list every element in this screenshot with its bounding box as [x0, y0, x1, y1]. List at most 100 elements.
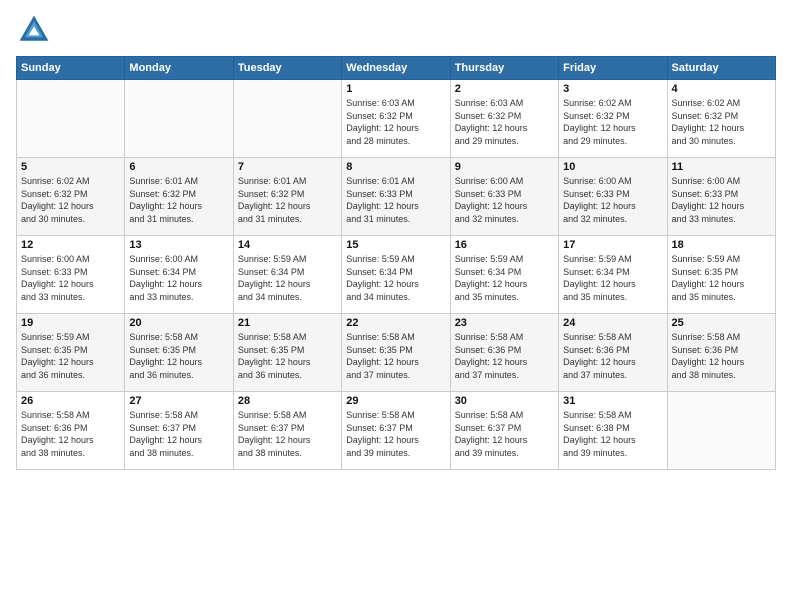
calendar-day-cell: 30 Sunrise: 5:58 AM Sunset: 6:37 PM Dayli…: [450, 392, 558, 470]
day-number: 11: [672, 161, 771, 173]
logo: [16, 12, 56, 48]
day-info: Sunrise: 5:59 AM Sunset: 6:34 PM Dayligh…: [346, 253, 445, 303]
day-info: Sunrise: 5:59 AM Sunset: 6:34 PM Dayligh…: [455, 253, 554, 303]
calendar-day-cell: 9 Sunrise: 6:00 AM Sunset: 6:33 PM Daylig…: [450, 158, 558, 236]
day-number: 13: [129, 239, 228, 251]
header: [16, 12, 776, 48]
calendar-day-cell: 27 Sunrise: 5:58 AM Sunset: 6:37 PM Dayli…: [125, 392, 233, 470]
day-number: 7: [238, 161, 337, 173]
calendar-day-cell: 10Sunrise: 6:00 AM Sunset: 6:33 PM Dayli…: [559, 158, 667, 236]
calendar-day-cell: 3 Sunrise: 6:02 AM Sunset: 6:32 PM Daylig…: [559, 80, 667, 158]
calendar-week-row: 19 Sunrise: 5:59 AM Sunset: 6:35 PM Dayli…: [17, 314, 776, 392]
day-info: Sunrise: 5:58 AM Sunset: 6:36 PM Dayligh…: [672, 331, 771, 381]
day-info: Sunrise: 5:58 AM Sunset: 6:38 PM Dayligh…: [563, 409, 662, 459]
day-info: Sunrise: 5:58 AM Sunset: 6:37 PM Dayligh…: [346, 409, 445, 459]
calendar-day-cell: 24 Sunrise: 5:58 AM Sunset: 6:36 PM Dayli…: [559, 314, 667, 392]
calendar-day-cell: 13 Sunrise: 6:00 AM Sunset: 6:34 PM Dayli…: [125, 236, 233, 314]
calendar-day-cell: 28 Sunrise: 5:58 AM Sunset: 6:37 PM Dayli…: [233, 392, 341, 470]
day-info: Sunrise: 5:58 AM Sunset: 6:36 PM Dayligh…: [563, 331, 662, 381]
calendar-day-cell: 5Sunrise: 6:02 AM Sunset: 6:32 PM Daylig…: [17, 158, 125, 236]
weekday-header: Monday: [125, 57, 233, 80]
day-number: 17: [563, 239, 662, 251]
day-number: 10: [563, 161, 662, 173]
day-number: 3: [563, 83, 662, 95]
calendar-day-cell: [667, 392, 775, 470]
day-info: Sunrise: 6:02 AM Sunset: 6:32 PM Dayligh…: [21, 175, 120, 225]
day-number: 6: [129, 161, 228, 173]
calendar-day-cell: 6Sunrise: 6:01 AM Sunset: 6:32 PM Daylig…: [125, 158, 233, 236]
calendar-day-cell: 2 Sunrise: 6:03 AM Sunset: 6:32 PM Daylig…: [450, 80, 558, 158]
day-number: 29: [346, 395, 445, 407]
day-number: 2: [455, 83, 554, 95]
day-number: 31: [563, 395, 662, 407]
day-number: 21: [238, 317, 337, 329]
day-info: Sunrise: 5:59 AM Sunset: 6:35 PM Dayligh…: [21, 331, 120, 381]
calendar-day-cell: 25Sunrise: 5:58 AM Sunset: 6:36 PM Dayli…: [667, 314, 775, 392]
calendar-day-cell: 8 Sunrise: 6:01 AM Sunset: 6:33 PM Daylig…: [342, 158, 450, 236]
calendar-day-cell: 12 Sunrise: 6:00 AM Sunset: 6:33 PM Dayli…: [17, 236, 125, 314]
day-info: Sunrise: 6:00 AM Sunset: 6:34 PM Dayligh…: [129, 253, 228, 303]
weekday-header: Sunday: [17, 57, 125, 80]
day-number: 20: [129, 317, 228, 329]
weekday-header: Saturday: [667, 57, 775, 80]
day-number: 28: [238, 395, 337, 407]
calendar-table: SundayMondayTuesdayWednesdayThursdayFrid…: [16, 56, 776, 470]
day-info: Sunrise: 6:00 AM Sunset: 6:33 PM Dayligh…: [21, 253, 120, 303]
day-number: 30: [455, 395, 554, 407]
day-info: Sunrise: 6:03 AM Sunset: 6:32 PM Dayligh…: [455, 97, 554, 147]
day-info: Sunrise: 6:00 AM Sunset: 6:33 PM Dayligh…: [672, 175, 771, 225]
day-info: Sunrise: 6:01 AM Sunset: 6:32 PM Dayligh…: [238, 175, 337, 225]
logo-icon: [16, 12, 52, 48]
day-number: 16: [455, 239, 554, 251]
day-number: 24: [563, 317, 662, 329]
calendar-day-cell: 14 Sunrise: 5:59 AM Sunset: 6:34 PM Dayli…: [233, 236, 341, 314]
calendar-day-cell: [17, 80, 125, 158]
calendar-day-cell: 4 Sunrise: 6:02 AM Sunset: 6:32 PM Daylig…: [667, 80, 775, 158]
day-number: 9: [455, 161, 554, 173]
day-info: Sunrise: 5:58 AM Sunset: 6:36 PM Dayligh…: [21, 409, 120, 459]
calendar-day-cell: 31 Sunrise: 5:58 AM Sunset: 6:38 PM Dayli…: [559, 392, 667, 470]
day-info: Sunrise: 6:02 AM Sunset: 6:32 PM Dayligh…: [563, 97, 662, 147]
day-info: Sunrise: 5:59 AM Sunset: 6:35 PM Dayligh…: [672, 253, 771, 303]
calendar-body: 1 Sunrise: 6:03 AM Sunset: 6:32 PM Daylig…: [17, 80, 776, 470]
day-info: Sunrise: 6:00 AM Sunset: 6:33 PM Dayligh…: [455, 175, 554, 225]
day-number: 27: [129, 395, 228, 407]
day-info: Sunrise: 5:58 AM Sunset: 6:37 PM Dayligh…: [238, 409, 337, 459]
day-info: Sunrise: 6:02 AM Sunset: 6:32 PM Dayligh…: [672, 97, 771, 147]
day-info: Sunrise: 6:01 AM Sunset: 6:33 PM Dayligh…: [346, 175, 445, 225]
calendar-day-cell: 20Sunrise: 5:58 AM Sunset: 6:35 PM Dayli…: [125, 314, 233, 392]
day-info: Sunrise: 6:03 AM Sunset: 6:32 PM Dayligh…: [346, 97, 445, 147]
day-number: 19: [21, 317, 120, 329]
day-info: Sunrise: 5:58 AM Sunset: 6:37 PM Dayligh…: [455, 409, 554, 459]
day-number: 12: [21, 239, 120, 251]
calendar-day-cell: [233, 80, 341, 158]
calendar-day-cell: 7 Sunrise: 6:01 AM Sunset: 6:32 PM Daylig…: [233, 158, 341, 236]
calendar-day-cell: 22 Sunrise: 5:58 AM Sunset: 6:35 PM Dayli…: [342, 314, 450, 392]
day-number: 4: [672, 83, 771, 95]
calendar-week-row: 12 Sunrise: 6:00 AM Sunset: 6:33 PM Dayli…: [17, 236, 776, 314]
day-number: 14: [238, 239, 337, 251]
day-info: Sunrise: 5:58 AM Sunset: 6:35 PM Dayligh…: [238, 331, 337, 381]
day-info: Sunrise: 5:59 AM Sunset: 6:34 PM Dayligh…: [238, 253, 337, 303]
calendar-day-cell: 1 Sunrise: 6:03 AM Sunset: 6:32 PM Daylig…: [342, 80, 450, 158]
day-number: 26: [21, 395, 120, 407]
calendar-day-cell: 17Sunrise: 5:59 AM Sunset: 6:34 PM Dayli…: [559, 236, 667, 314]
calendar-day-cell: [125, 80, 233, 158]
day-info: Sunrise: 5:58 AM Sunset: 6:37 PM Dayligh…: [129, 409, 228, 459]
calendar-day-cell: 26 Sunrise: 5:58 AM Sunset: 6:36 PM Dayli…: [17, 392, 125, 470]
day-number: 8: [346, 161, 445, 173]
weekday-header: Friday: [559, 57, 667, 80]
day-info: Sunrise: 5:58 AM Sunset: 6:36 PM Dayligh…: [455, 331, 554, 381]
day-number: 18: [672, 239, 771, 251]
calendar-week-row: 1 Sunrise: 6:03 AM Sunset: 6:32 PM Daylig…: [17, 80, 776, 158]
page: SundayMondayTuesdayWednesdayThursdayFrid…: [0, 0, 792, 482]
calendar-week-row: 5Sunrise: 6:02 AM Sunset: 6:32 PM Daylig…: [17, 158, 776, 236]
calendar-day-cell: 18 Sunrise: 5:59 AM Sunset: 6:35 PM Dayli…: [667, 236, 775, 314]
calendar-day-cell: 11 Sunrise: 6:00 AM Sunset: 6:33 PM Dayli…: [667, 158, 775, 236]
weekday-header: Wednesday: [342, 57, 450, 80]
day-number: 1: [346, 83, 445, 95]
day-info: Sunrise: 5:58 AM Sunset: 6:35 PM Dayligh…: [346, 331, 445, 381]
calendar-day-cell: 19 Sunrise: 5:59 AM Sunset: 6:35 PM Dayli…: [17, 314, 125, 392]
day-number: 22: [346, 317, 445, 329]
calendar-day-cell: 29 Sunrise: 5:58 AM Sunset: 6:37 PM Dayli…: [342, 392, 450, 470]
